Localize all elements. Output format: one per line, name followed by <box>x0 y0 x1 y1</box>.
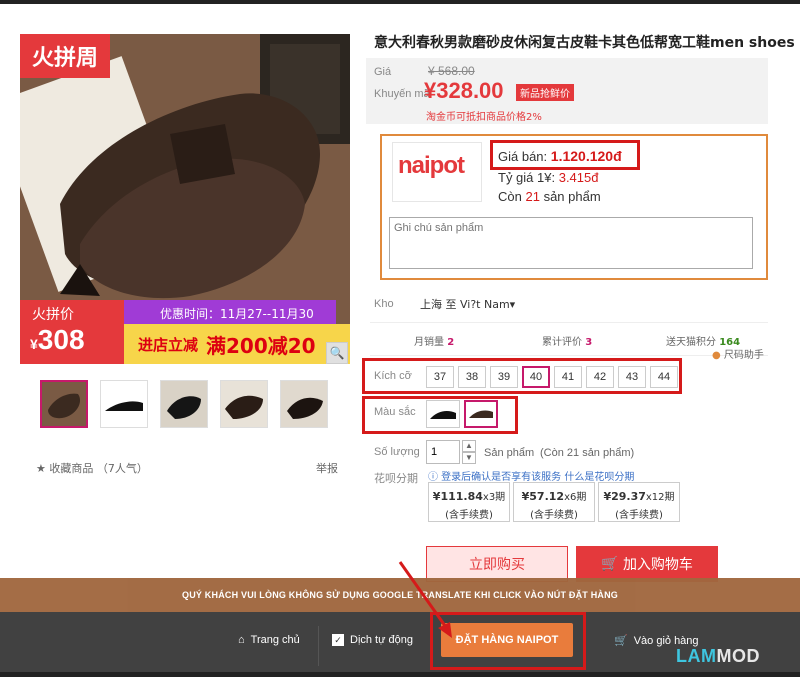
installment-plan-6[interactable]: ¥57.12x6期 (含手续费) <box>513 482 595 522</box>
swatch-image <box>466 402 496 426</box>
promo-deal: 进店立减 满200减20 <box>124 324 350 364</box>
thumbnail-image <box>101 381 147 427</box>
installment-label: 花呗分期 <box>374 472 418 485</box>
add-to-cart-button[interactable]: 🛒 加入购物车 <box>576 546 718 582</box>
divider <box>318 626 319 666</box>
size-option-42[interactable]: 42 <box>586 366 614 388</box>
thumbnail-1[interactable] <box>40 380 88 428</box>
report-link[interactable]: 举报 <box>316 460 338 476</box>
total-reviews[interactable]: 累计评价 3 <box>542 333 592 348</box>
quantity-available: (Còn 21 sản phẩm) <box>540 447 635 459</box>
favorite-link[interactable]: ★ 收藏商品 （7人气） <box>36 460 148 476</box>
sale-price: Giá bán: 1.120.120đ <box>498 148 622 164</box>
color-swatch-2[interactable] <box>464 400 498 428</box>
size-helper-link[interactable]: ● 尺码助手 <box>712 346 764 361</box>
naipot-logo: naipot <box>398 152 465 179</box>
swatch-image <box>427 401 459 427</box>
promo-price-label: 火拼价 <box>32 307 74 323</box>
product-main-image[interactable]: 火拼周 火拼价 ¥308 优惠时间：11月27--11月30 进店立减 满200… <box>20 34 350 364</box>
promo-deal-amount: 满200减20 <box>206 333 316 358</box>
cart-icon: 🛒 <box>614 635 628 647</box>
thumbnail-image <box>161 381 207 427</box>
thumbnail-image <box>281 381 327 427</box>
color-label: Màu sắc <box>374 406 416 418</box>
home-button[interactable]: ⌂ Trang chủ <box>238 634 300 646</box>
promo-time: 优惠时间：11月27--11月30 <box>124 300 336 324</box>
original-price: ¥ 568.00 <box>428 64 475 78</box>
installment-plan-12[interactable]: ¥29.37x12期 (含手续费) <box>598 482 680 522</box>
size-option-41[interactable]: 41 <box>554 366 582 388</box>
size-option-40[interactable]: 40 <box>522 366 550 388</box>
exchange-rate: Tỷ giá 1¥: 3.415đ <box>498 170 599 185</box>
color-swatch-1[interactable] <box>426 400 460 428</box>
promo-price-block: 火拼价 ¥308 <box>20 300 124 364</box>
cart-icon: 🛒 <box>601 556 619 572</box>
annotation-arrow-icon <box>398 561 452 638</box>
thumbnail-4[interactable] <box>220 380 268 428</box>
stock-remaining: Còn 21 sản phẩm <box>498 189 601 204</box>
promo-price-value: ¥308 <box>30 324 85 355</box>
quantity-label: Số lượng <box>374 446 420 458</box>
size-option-39[interactable]: 39 <box>490 366 518 388</box>
quantity-unit: Sản phẩm <box>484 447 535 459</box>
thumbnail-image <box>42 382 86 426</box>
size-label: Kích cỡ <box>374 370 412 382</box>
product-note-input[interactable] <box>389 217 753 269</box>
quantity-decrease[interactable]: ▼ <box>462 452 476 464</box>
quantity-increase[interactable]: ▲ <box>462 440 476 452</box>
promo-deal-label: 进店立减 <box>138 335 199 354</box>
thumbnail-3[interactable] <box>160 380 208 428</box>
warehouse-select[interactable]: 上海 至 Vi?t Nam▾ <box>420 296 515 312</box>
bottom-dark-strip <box>0 672 800 677</box>
monthly-sales: 月销量 2 <box>414 337 455 348</box>
promo-price: ¥328.00 <box>424 78 504 103</box>
size-option-37[interactable]: 37 <box>426 366 454 388</box>
checkbox-icon: ✓ <box>332 634 344 646</box>
installment-login-note[interactable]: ⓘ 登录后确认是否享有该服务 什么是花呗分期 <box>428 468 634 483</box>
watermark-logo: LAMMOD <box>676 646 760 666</box>
installment-plan-3[interactable]: ¥111.84x3期 (含手续费) <box>428 482 510 522</box>
new-price-tag: 新品抢鲜价 <box>516 84 574 101</box>
home-label: Trang chủ <box>250 634 300 646</box>
thumbnail-image <box>221 381 267 427</box>
top-dark-strip <box>0 0 800 4</box>
thumbnail-2[interactable] <box>100 380 148 428</box>
go-to-cart-label: Vào giỏ hàng <box>633 634 699 647</box>
quantity-input[interactable] <box>426 440 460 464</box>
stats-row: 月销量 2 累计评价 3 送天猫积分 164 <box>370 322 768 356</box>
size-option-44[interactable]: 44 <box>650 366 678 388</box>
hot-week-badge: 火拼周 <box>20 34 110 78</box>
warehouse-label: Kho <box>374 298 394 310</box>
zoom-icon[interactable]: 🔍 <box>326 342 348 364</box>
size-option-38[interactable]: 38 <box>458 366 486 388</box>
add-to-cart-label: 加入购物车 <box>622 557 693 573</box>
size-option-43[interactable]: 43 <box>618 366 646 388</box>
thumbnail-5[interactable] <box>280 380 328 428</box>
price-label: Giá <box>374 66 392 78</box>
product-title: 意大利春秋男款磨砂皮休闲复古皮鞋卡其色低帮宽工鞋men shoes <box>374 35 795 51</box>
taobao-coin-note: 淘金币可抵扣商品价格2% <box>426 112 542 123</box>
home-icon: ⌂ <box>238 634 245 646</box>
